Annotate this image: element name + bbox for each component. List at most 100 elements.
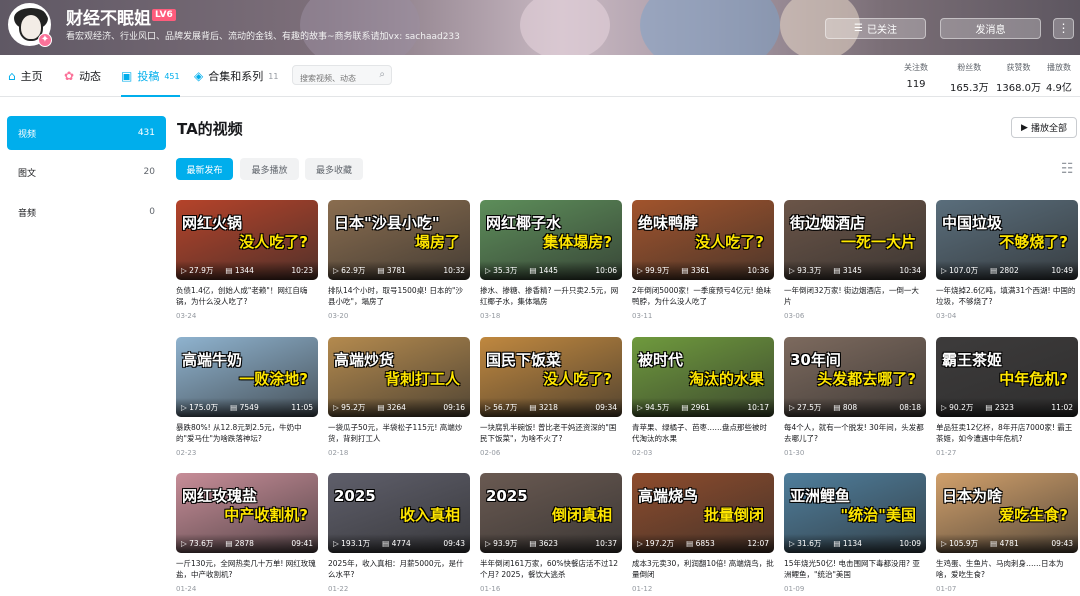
video-stats-bar: ▷ 56.7万 ▤ 3218 09:34 bbox=[480, 398, 622, 417]
stat-value: 4.9亿 bbox=[1046, 83, 1072, 94]
play-count: ▷ 35.3万 bbox=[485, 265, 517, 276]
danmaku-count-value: 3623 bbox=[538, 539, 558, 548]
video-title[interactable]: 排队14个小时，取号1500桌! 日本的"沙县小吃"，塌房了 bbox=[328, 285, 470, 307]
username[interactable]: 财经不眠姐 bbox=[66, 4, 151, 29]
video-card[interactable]: 日本为啥 爱吃生食? ▷ 105.9万 ▤ 4781 09:43 生鸡蛋、生鱼片、马肉刺身… bbox=[936, 473, 1078, 593]
video-title[interactable]: 15年烧光50亿! 电击围网下毒都没用? 亚洲鲤鱼，"统治"美国 bbox=[784, 558, 926, 580]
play-count: ▷ 99.9万 bbox=[637, 265, 669, 276]
video-thumbnail[interactable]: 日本"沙县小吃" 塌房了 ▷ 62.9万 ▤ 3781 10:32 bbox=[328, 200, 470, 280]
video-card[interactable]: 30年间 头发都去哪了? ▷ 27.5万 ▤ 808 08:18 每4个人，就有一个脱发!… bbox=[784, 337, 926, 457]
sidebar-item-video[interactable]: 视频 431 bbox=[7, 116, 166, 150]
tab-dynamic[interactable]: ✿ 动态 bbox=[64, 55, 101, 97]
thumbnail-caption: 亚洲鲤鱼 "统治"美国 bbox=[790, 487, 922, 525]
filter-most-played[interactable]: 最多播放 bbox=[240, 158, 299, 180]
play-count-value: 193.1万 bbox=[341, 539, 371, 548]
video-card[interactable]: 中国垃圾 不够烧了? ▷ 107.0万 ▤ 2802 10:49 一年烧掉2.6亿吨，填满… bbox=[936, 200, 1078, 320]
stat-following[interactable]: 关注数 119 bbox=[904, 62, 928, 90]
video-card[interactable]: 霸王茶姬 中年危机? ▷ 90.2万 ▤ 2323 11:02 单品狂卖12亿杯，8年开店… bbox=[936, 337, 1078, 457]
danmaku-icon: ▤ bbox=[681, 266, 691, 275]
sidebar-item-label: 音频 bbox=[18, 208, 37, 219]
video-title[interactable]: 一年倒闭32万家! 街边烟酒店，一倒一大片 bbox=[784, 285, 926, 307]
video-title[interactable]: 一袋瓜子50元，半袋松子115元! 高端炒货，背刺打工人 bbox=[328, 422, 470, 444]
video-thumbnail[interactable]: 绝味鸭脖 没人吃了? ▷ 99.9万 ▤ 3361 10:36 bbox=[632, 200, 774, 280]
danmaku-count-value: 2323 bbox=[994, 403, 1014, 412]
video-card[interactable]: 高端炒货 背刺打工人 ▷ 95.2万 ▤ 3264 09:16 一袋瓜子50元，半袋松子1… bbox=[328, 337, 470, 457]
video-stats-bar: ▷ 31.6万 ▤ 1134 10:09 bbox=[784, 534, 926, 553]
video-title[interactable]: 单品狂卖12亿杯，8年开店7000家! 霸王茶姬，如今遭遇中年危机? bbox=[936, 422, 1078, 444]
video-thumbnail[interactable]: 高端烧鸟 批量倒闭 ▷ 197.2万 ▤ 6853 12:07 bbox=[632, 473, 774, 553]
user-signature: 看宏观经济、行业风口、品牌发展背后、流动的金钱、有趣的故事~商务联系请加vx: … bbox=[66, 32, 460, 42]
video-title[interactable]: 半年倒闭161万家，60%快餐店活不过12个月? 2025，餐饮大逃杀 bbox=[480, 558, 622, 580]
video-title[interactable]: 2年倒闭5000家！一季度预亏4亿元! 绝味鸭脖，为什么没人吃了 bbox=[632, 285, 774, 307]
video-thumbnail[interactable]: 30年间 头发都去哪了? ▷ 27.5万 ▤ 808 08:18 bbox=[784, 337, 926, 417]
video-thumbnail[interactable]: 高端炒货 背刺打工人 ▷ 95.2万 ▤ 3264 09:16 bbox=[328, 337, 470, 417]
tab-collections[interactable]: ◈ 合集和系列 11 bbox=[194, 55, 278, 97]
video-card[interactable]: 高端烧鸟 批量倒闭 ▷ 197.2万 ▤ 6853 12:07 成本3元卖30，利润翻10… bbox=[632, 473, 774, 593]
video-title[interactable]: 成本3元卖30，利润翻10倍! 高端烧鸟，批量倒闭 bbox=[632, 558, 774, 580]
sidebar-item-audio[interactable]: 音频 0 bbox=[7, 195, 166, 229]
filter-latest[interactable]: 最新发布 bbox=[176, 158, 233, 180]
thumbnail-caption: 高端烧鸟 批量倒闭 bbox=[638, 487, 770, 525]
tab-uploads[interactable]: ▣ 投稿 451 bbox=[121, 55, 180, 97]
stat-followers[interactable]: 粉丝数 165.3万 bbox=[950, 62, 989, 94]
thumbnail-caption-line1: 亚洲鲤鱼 bbox=[790, 487, 851, 505]
video-card[interactable]: 街边烟酒店 一死一大片 ▷ 93.3万 ▤ 3145 10:34 一年倒闭32万家! 街边… bbox=[784, 200, 926, 320]
play-count-value: 197.2万 bbox=[645, 539, 675, 548]
video-card[interactable]: 网红椰子水 集体塌房? ▷ 35.3万 ▤ 1445 10:06 掺水、掺糖、掺香精? 一… bbox=[480, 200, 622, 320]
video-thumbnail[interactable]: 网红椰子水 集体塌房? ▷ 35.3万 ▤ 1445 10:06 bbox=[480, 200, 622, 280]
home-icon: ⌂ bbox=[8, 69, 16, 83]
video-date: 01-24 bbox=[176, 585, 197, 593]
play-count: ▷ 27.5万 bbox=[789, 402, 821, 413]
follow-button[interactable]: ☰ 已关注 bbox=[825, 18, 926, 39]
video-date: 01-07 bbox=[936, 585, 957, 593]
video-title[interactable]: 掺水、掺糖、掺香精? 一升只卖2.5元，网红椰子水，集体塌房 bbox=[480, 285, 622, 307]
video-card[interactable]: 2025 收入真相 ▷ 193.1万 ▤ 4774 09:43 2025年，收入真相：月薪… bbox=[328, 473, 470, 593]
video-thumbnail[interactable]: 高端牛奶 一败涂地? ▷ 175.0万 ▤ 7549 11:05 bbox=[176, 337, 318, 417]
danmaku-icon: ▤ bbox=[990, 539, 1000, 548]
video-card[interactable]: 日本"沙县小吃" 塌房了 ▷ 62.9万 ▤ 3781 10:32 排队14个小时，取号1… bbox=[328, 200, 470, 320]
message-button[interactable]: 发消息 bbox=[940, 18, 1041, 39]
thumbnail-caption: 中国垃圾 不够烧了? bbox=[942, 214, 1074, 252]
video-thumbnail[interactable]: 街边烟酒店 一死一大片 ▷ 93.3万 ▤ 3145 10:34 bbox=[784, 200, 926, 280]
video-thumbnail[interactable]: 霸王茶姬 中年危机? ▷ 90.2万 ▤ 2323 11:02 bbox=[936, 337, 1078, 417]
video-thumbnail[interactable]: 中国垃圾 不够烧了? ▷ 107.0万 ▤ 2802 10:49 bbox=[936, 200, 1078, 280]
video-thumbnail[interactable]: 2025 倒闭真相 ▷ 93.9万 ▤ 3623 10:37 bbox=[480, 473, 622, 553]
video-title[interactable]: 一块腐乳半碗饭! 曾比老干妈还资深的"国民下饭菜"，为啥不火了? bbox=[480, 422, 622, 444]
search-input[interactable] bbox=[293, 69, 369, 88]
video-thumbnail[interactable]: 被时代 淘汰的水果 ▷ 94.5万 ▤ 2961 10:17 bbox=[632, 337, 774, 417]
tab-home[interactable]: ⌂ 主页 bbox=[8, 55, 43, 97]
video-thumbnail[interactable]: 2025 收入真相 ▷ 193.1万 ▤ 4774 09:43 bbox=[328, 473, 470, 553]
video-title[interactable]: 暴跌80%! 从12.8元到2.5元，牛奶中的"爱马仕"为啥跌落神坛? bbox=[176, 422, 318, 444]
video-title[interactable]: 负债1.4亿，创始人成"老赖"！网红自嗨锅，为什么没人吃了? bbox=[176, 285, 318, 307]
video-thumbnail[interactable]: 网红玫瑰盐 中产收割机? ▷ 73.6万 ▤ 2878 09:41 bbox=[176, 473, 318, 553]
video-date: 03-20 bbox=[328, 312, 349, 320]
video-card[interactable]: 国民下饭菜 没人吃了? ▷ 56.7万 ▤ 3218 09:34 一块腐乳半碗饭! 曾比老… bbox=[480, 337, 622, 457]
video-thumbnail[interactable]: 日本为啥 爱吃生食? ▷ 105.9万 ▤ 4781 09:43 bbox=[936, 473, 1078, 553]
video-title[interactable]: 一斤130元，全网热卖几十万单! 网红玫瑰盐，中产收割机? bbox=[176, 558, 318, 580]
video-title[interactable]: 生鸡蛋、生鱼片、马肉刺身……日本为啥，爱吃生食? bbox=[936, 558, 1078, 580]
danmaku-count: ▤ 2961 bbox=[681, 403, 747, 412]
play-all-button[interactable]: ▶ 播放全部 bbox=[1011, 117, 1077, 138]
search-icon[interactable]: ⌕ bbox=[379, 69, 385, 80]
video-title[interactable]: 青苹果、绿橘子、芭枣……盘点那些被时代淘汰的水果 bbox=[632, 422, 774, 444]
more-options-button[interactable]: ⋮ bbox=[1053, 18, 1074, 39]
play-count: ▷ 107.0万 bbox=[941, 265, 978, 276]
video-card[interactable]: 网红火锅 没人吃了? ▷ 27.9万 ▤ 1344 10:23 负债1.4亿，创始人成"老… bbox=[176, 200, 318, 320]
verified-icon: ✦ bbox=[38, 33, 52, 47]
video-card[interactable]: 绝味鸭脖 没人吃了? ▷ 99.9万 ▤ 3361 10:36 2年倒闭5000家！一季度… bbox=[632, 200, 774, 320]
video-card[interactable]: 网红玫瑰盐 中产收割机? ▷ 73.6万 ▤ 2878 09:41 一斤130元，全网热卖… bbox=[176, 473, 318, 593]
video-duration: 10:06 bbox=[595, 266, 617, 275]
video-card[interactable]: 2025 倒闭真相 ▷ 93.9万 ▤ 3623 10:37 半年倒闭161万家，60%快… bbox=[480, 473, 622, 593]
video-thumbnail[interactable]: 亚洲鲤鱼 "统治"美国 ▷ 31.6万 ▤ 1134 10:09 bbox=[784, 473, 926, 553]
list-view-icon[interactable]: ☷ bbox=[1061, 161, 1074, 177]
video-title[interactable]: 2025年，收入真相：月薪5000元，是什么水平? bbox=[328, 558, 470, 580]
video-title[interactable]: 每4个人，就有一个脱发! 30年间，头发都去哪儿了? bbox=[784, 422, 926, 444]
video-card[interactable]: 被时代 淘汰的水果 ▷ 94.5万 ▤ 2961 10:17 青苹果、绿橘子、芭枣……盘点… bbox=[632, 337, 774, 457]
video-thumbnail[interactable]: 国民下饭菜 没人吃了? ▷ 56.7万 ▤ 3218 09:34 bbox=[480, 337, 622, 417]
video-card[interactable]: 亚洲鲤鱼 "统治"美国 ▷ 31.6万 ▤ 1134 10:09 15年烧光50亿! 电击… bbox=[784, 473, 926, 593]
video-card[interactable]: 高端牛奶 一败涂地? ▷ 175.0万 ▤ 7549 11:05 暴跌80%! 从12.8… bbox=[176, 337, 318, 457]
sidebar-item-article[interactable]: 图文 20 bbox=[7, 155, 166, 189]
video-title[interactable]: 一年烧掉2.6亿吨，填满31个西湖! 中国的垃圾，不够烧了? bbox=[936, 285, 1078, 307]
filter-most-favorited[interactable]: 最多收藏 bbox=[305, 158, 363, 180]
video-thumbnail[interactable]: 网红火锅 没人吃了? ▷ 27.9万 ▤ 1344 10:23 bbox=[176, 200, 318, 280]
